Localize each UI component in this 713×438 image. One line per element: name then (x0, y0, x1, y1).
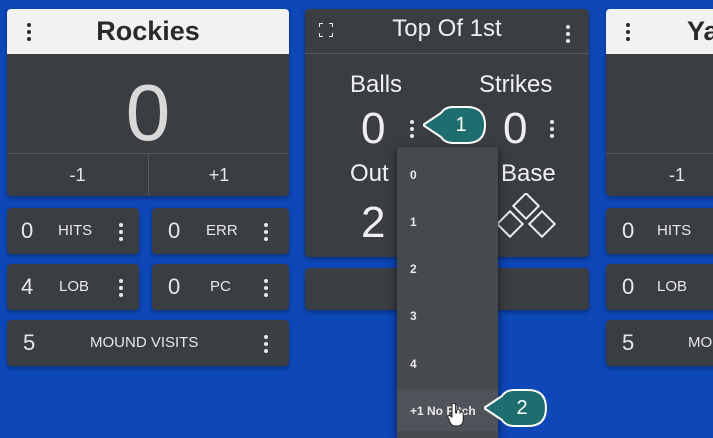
callout-1-badge: 1 (423, 105, 487, 145)
left-err-value: 0 (168, 218, 181, 243)
left-team-header: Rockies (7, 9, 289, 54)
balls-menu-icon[interactable] (410, 120, 414, 141)
left-hits-value: 0 (21, 218, 34, 243)
left-lob-stat[interactable]: 4 LOB (7, 264, 139, 310)
left-err-menu-icon[interactable] (264, 223, 268, 244)
balls-option-no-pitch[interactable]: +1 No Pitch (410, 404, 476, 418)
hand-cursor-icon (447, 402, 465, 427)
bases-diamond-icon[interactable] (493, 191, 557, 243)
strikes-value: 0 (503, 104, 528, 153)
left-team-score: 0 (125, 68, 171, 157)
inning-title: Top Of 1st (392, 15, 502, 42)
outs-value: 2 (361, 198, 386, 247)
left-hits-label: HITS (58, 222, 93, 239)
right-hits-stat[interactable]: 0 HITS (606, 208, 713, 254)
right-hits-label: HITS (657, 222, 692, 239)
inning-menu-icon[interactable] (566, 25, 570, 46)
balls-option-4[interactable]: 4 (410, 357, 417, 371)
left-team-plus-button[interactable]: +1 (149, 165, 289, 186)
balls-dropdown-menu: 0 1 2 3 4 +1 No Pitch (397, 147, 498, 438)
right-hits-value: 0 (622, 218, 635, 243)
balls-option-2[interactable]: 2 (410, 262, 417, 276)
left-pc-menu-icon[interactable] (264, 279, 268, 300)
right-team-minus-button[interactable]: -1 (662, 165, 692, 186)
right-lob-value: 0 (622, 274, 635, 299)
right-lob-stat[interactable]: 0 LOB (606, 264, 713, 310)
right-team-header: Ya (606, 9, 713, 54)
left-lob-menu-icon[interactable] (119, 279, 123, 300)
left-hits-menu-icon[interactable] (119, 223, 123, 244)
left-mound-visits-menu-icon[interactable] (264, 335, 268, 356)
right-team-menu-icon[interactable] (626, 23, 630, 44)
strikes-menu-icon[interactable] (550, 120, 554, 141)
left-hits-stat[interactable]: 0 HITS (7, 208, 139, 254)
right-mound-visits-stat[interactable]: 5 MO (606, 320, 713, 366)
left-err-stat[interactable]: 0 ERR (152, 208, 289, 254)
left-mound-visits-value: 5 (23, 330, 36, 355)
callout-2-number: 2 (516, 397, 528, 419)
strikes-label: Strikes (479, 71, 553, 98)
right-team-card: Ya -1 (606, 9, 713, 196)
left-pc-label: PC (210, 278, 231, 295)
right-mound-visits-value: 5 (622, 330, 635, 355)
left-pc-stat[interactable]: 0 PC (152, 264, 289, 310)
left-team-minus-button[interactable]: -1 (7, 165, 148, 186)
callout-1-number: 1 (455, 114, 467, 136)
right-mound-visits-label: MO (688, 334, 713, 351)
balls-option-3[interactable]: 3 (410, 309, 417, 323)
right-lob-label: LOB (657, 278, 688, 295)
left-err-label: ERR (206, 222, 238, 239)
callout-2-badge: 2 (484, 388, 548, 428)
right-team-name: Ya (687, 16, 713, 46)
balls-label: Balls (350, 71, 403, 98)
left-lob-label: LOB (59, 278, 90, 295)
left-team-name: Rockies (96, 16, 200, 46)
balls-value: 0 (361, 104, 386, 153)
balls-option-0[interactable]: 0 (410, 168, 417, 182)
left-mound-visits-label: MOUND VISITS (90, 334, 199, 351)
outs-label: Out (350, 160, 389, 187)
left-mound-visits-stat[interactable]: 5 MOUND VISITS (7, 320, 289, 366)
balls-option-1[interactable]: 1 (410, 215, 417, 229)
left-lob-value: 4 (21, 274, 34, 299)
left-team-card: Rockies 0 -1 +1 (7, 9, 289, 196)
left-pc-value: 0 (168, 274, 181, 299)
